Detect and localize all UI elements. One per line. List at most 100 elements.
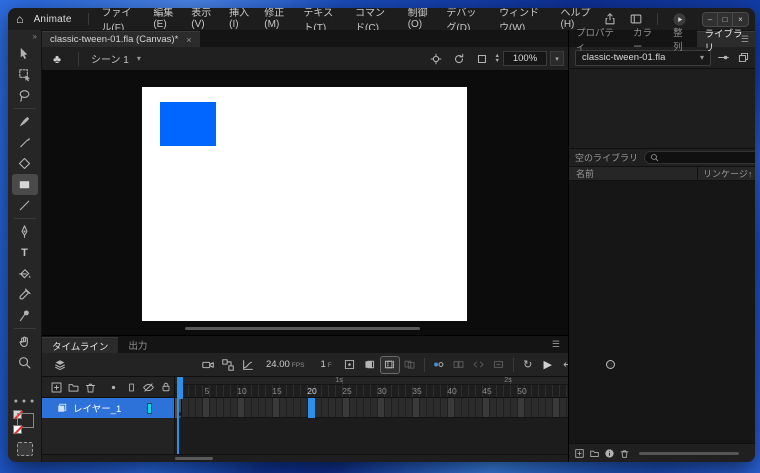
fluid-brush-tool[interactable] — [12, 111, 38, 132]
canvas-horizontal-scrollbar[interactable] — [185, 327, 420, 330]
tab-close-icon[interactable]: × — [186, 35, 191, 45]
tab-properties[interactable]: プロパティ — [569, 31, 626, 47]
stroke-none-swatch[interactable] — [13, 425, 22, 434]
timeline-horizontal-scrollbar[interactable] — [175, 457, 213, 460]
lock-layer-icon[interactable] — [158, 380, 174, 395]
selected-frame-20[interactable] — [308, 398, 315, 418]
layer-name[interactable]: レイヤー_1 — [73, 401, 121, 415]
selection-tool[interactable] — [12, 43, 38, 64]
time-marker: 1s — [335, 377, 342, 384]
blue-rectangle-shape[interactable] — [160, 102, 216, 146]
highlight-layer-icon[interactable] — [123, 380, 139, 395]
ruler-number: 10 — [237, 386, 246, 396]
fps-value[interactable]: 24.00 — [266, 359, 290, 370]
rectangle-tool[interactable] — [12, 174, 38, 195]
edit-multiple-frames-icon[interactable] — [400, 356, 420, 374]
pen-tool[interactable] — [12, 221, 38, 242]
scene-name[interactable]: シーン 1 — [91, 51, 129, 66]
column-name[interactable]: 名前 — [569, 167, 697, 180]
zoom-chevron-icon[interactable]: ▾ — [550, 51, 564, 66]
close-button[interactable]: × — [733, 13, 748, 26]
playhead-line[interactable] — [177, 377, 179, 454]
sort-arrow-icon: ↑ — [748, 169, 753, 179]
rotate-stage-icon[interactable] — [449, 51, 469, 67]
layer-row[interactable]: レイヤー_1 — [42, 398, 174, 418]
frame-ruler[interactable]: 5 10 15 20 25 30 35 40 45 50 — [175, 385, 568, 398]
tab-color[interactable]: カラー — [626, 31, 666, 47]
object-drawing-mode-icon[interactable] — [17, 442, 33, 456]
new-symbol-icon[interactable] — [573, 447, 586, 460]
tab-align[interactable]: 整列 — [666, 31, 697, 47]
item-properties-icon[interactable] — [603, 447, 616, 460]
zoom-level-input[interactable] — [503, 51, 547, 66]
layer-frame-track[interactable] — [175, 398, 568, 418]
column-linkage[interactable]: リンケージ↑ — [697, 167, 755, 180]
outline-color-icon[interactable] — [106, 380, 122, 395]
library-search-box[interactable] — [644, 151, 755, 164]
delete-layer-icon[interactable] — [83, 380, 99, 395]
onion-skin-icon[interactable] — [360, 356, 380, 374]
ruler-number: 35 — [412, 386, 421, 396]
library-search-input[interactable] — [662, 153, 755, 163]
minimize-button[interactable]: – — [703, 13, 718, 26]
stage[interactable] — [142, 87, 467, 321]
new-folder-icon[interactable] — [65, 380, 81, 395]
timeline-panel-menu-icon[interactable]: ☰ — [552, 339, 560, 350]
maximize-button[interactable]: □ — [718, 13, 733, 26]
home-icon[interactable]: ⌂ — [8, 12, 32, 26]
playhead-handle[interactable] — [177, 377, 183, 399]
play-button[interactable]: ▶ — [538, 356, 558, 374]
layer-depth-graph-icon[interactable] — [238, 356, 258, 374]
stepper-down-icon[interactable]: ▼ — [495, 59, 500, 64]
new-folder-icon[interactable] — [588, 447, 601, 460]
frame-unit: F — [328, 362, 332, 369]
center-stage-icon[interactable] — [426, 51, 446, 67]
loop-icon[interactable]: ↻ — [518, 356, 538, 374]
tab-timeline[interactable]: タイムライン — [42, 337, 118, 353]
insert-frame-icon[interactable] — [469, 356, 489, 374]
frames-area[interactable]: 1s 2s 5 10 15 20 25 30 35 40 45 — [175, 377, 568, 454]
library-column-headers: 名前 リンケージ↑ — [569, 166, 755, 181]
slider-thumb[interactable] — [606, 360, 615, 369]
scene-icon[interactable]: ♣ — [42, 52, 72, 66]
library-horizontal-scrollbar[interactable] — [639, 452, 739, 455]
asset-warp-tool[interactable] — [12, 305, 38, 326]
remove-frame-icon[interactable] — [489, 356, 509, 374]
zoom-tool[interactable] — [12, 352, 38, 373]
camera-icon[interactable] — [198, 356, 218, 374]
insert-keyframe-icon[interactable] — [429, 356, 449, 374]
line-tool[interactable] — [12, 195, 38, 216]
tab-output[interactable]: 出力 — [118, 337, 157, 353]
layer-outline-color-swatch[interactable] — [147, 403, 152, 414]
fps-unit: FPS — [292, 362, 305, 369]
new-layer-icon[interactable] — [48, 380, 64, 395]
lasso-tool[interactable] — [12, 85, 38, 106]
free-transform-tool[interactable] — [12, 64, 38, 85]
more-tools-icon[interactable]: ● ● ● — [14, 398, 36, 405]
pasteboard[interactable] — [42, 71, 568, 335]
clip-content-icon[interactable] — [472, 51, 492, 67]
scene-chevron-icon[interactable]: ▾ — [137, 54, 141, 63]
hide-layer-icon[interactable] — [140, 380, 156, 395]
layer-stack-icon[interactable] — [50, 356, 70, 374]
onion-skin-outline-icon[interactable] — [380, 356, 400, 374]
insert-blank-keyframe-icon[interactable] — [449, 356, 469, 374]
current-frame-value[interactable]: 1 — [320, 359, 325, 370]
panel-menu-icon[interactable]: ☰ — [741, 34, 749, 45]
toolbar-collapse-icon[interactable]: » — [8, 31, 41, 43]
text-tool[interactable]: T — [12, 242, 38, 263]
paint-bucket-tool[interactable] — [12, 263, 38, 284]
library-item-list[interactable] — [569, 181, 755, 443]
zoom-stepper[interactable]: ▲ ▼ — [495, 54, 500, 64]
eraser-tool[interactable] — [12, 153, 38, 174]
center-frame-icon[interactable] — [340, 356, 360, 374]
eyedropper-tool[interactable] — [12, 284, 38, 305]
divider — [14, 328, 36, 329]
document-tab[interactable]: classic-tween-01.fla (Canvas)* × — [42, 31, 200, 47]
divider — [513, 358, 514, 372]
hand-tool[interactable] — [12, 331, 38, 352]
parent-view-icon[interactable] — [218, 356, 238, 374]
delete-item-icon[interactable] — [618, 447, 631, 460]
classic-brush-tool[interactable] — [12, 132, 38, 153]
app-title: Animate — [34, 14, 72, 25]
